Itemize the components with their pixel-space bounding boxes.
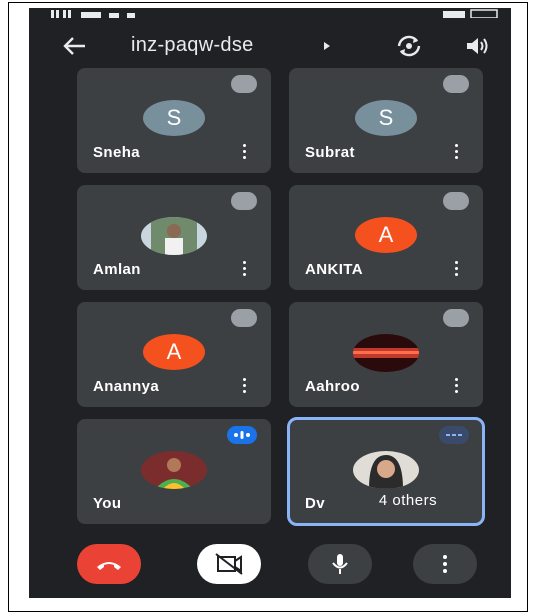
battery-icon	[443, 9, 498, 18]
switch-camera-icon[interactable]	[395, 33, 423, 59]
more-vert-icon[interactable]	[455, 261, 459, 279]
participant-name: Amlan	[93, 261, 141, 278]
top-bar: inz-paqw-dse	[29, 30, 511, 62]
participant-tile[interactable]: S Subrat	[289, 68, 483, 173]
avatar	[141, 451, 207, 489]
end-call-button[interactable]	[77, 544, 141, 584]
mic-toggle-button[interactable]	[308, 544, 372, 584]
back-arrow-icon[interactable]	[61, 34, 87, 58]
avatar	[353, 451, 419, 489]
participant-name: Dv	[305, 495, 325, 512]
camera-toggle-button[interactable]	[197, 544, 261, 584]
mic-off-icon	[443, 192, 469, 210]
avatar: S	[355, 100, 417, 136]
more-vert-icon[interactable]	[243, 261, 247, 279]
participant-tile-others[interactable]: Dv 4 others	[287, 417, 485, 526]
participant-tile[interactable]: Amlan	[77, 185, 271, 290]
mic-off-icon	[231, 192, 257, 210]
avatar	[353, 334, 419, 372]
camera-off-icon	[215, 553, 243, 575]
avatar: S	[143, 100, 205, 136]
speaker-icon[interactable]	[465, 36, 489, 56]
more-options-button[interactable]	[413, 544, 477, 584]
participant-name: Aahroo	[305, 378, 360, 395]
participant-name: You	[93, 495, 122, 512]
avatar: A	[143, 334, 205, 370]
participant-name: ANKITA	[305, 261, 363, 278]
meet-call-screen: inz-paqw-dse S Sneha S Subrat Amlan A AN…	[29, 8, 511, 598]
meeting-title[interactable]: inz-paqw-dse	[131, 34, 254, 57]
more-vert-icon[interactable]	[243, 378, 247, 396]
others-count-badge[interactable]: 4 others	[353, 488, 463, 514]
status-bar	[29, 8, 511, 20]
signal-icon	[51, 10, 135, 18]
participant-tile[interactable]: S Sneha	[77, 68, 271, 173]
more-vert-icon	[443, 555, 447, 573]
participant-tile[interactable]: A Anannya	[77, 302, 271, 407]
participant-tile[interactable]: A ANKITA	[289, 185, 483, 290]
mic-off-icon	[443, 75, 469, 93]
speaking-indicator-icon	[227, 426, 257, 444]
end-call-icon	[97, 562, 121, 570]
participant-name: Subrat	[305, 144, 355, 161]
more-vert-icon[interactable]	[455, 378, 459, 396]
mic-off-icon	[231, 75, 257, 93]
avatar: A	[355, 217, 417, 253]
more-vert-icon[interactable]	[455, 144, 459, 162]
participant-name: Anannya	[93, 378, 160, 395]
participant-name: Sneha	[93, 144, 141, 161]
mic-off-icon	[443, 309, 469, 327]
participant-tile-self[interactable]: You	[77, 419, 271, 524]
mic-off-icon	[231, 309, 257, 327]
mic-icon	[332, 554, 348, 574]
avatar	[141, 217, 207, 255]
chevron-right-icon[interactable]	[324, 42, 330, 50]
audio-indicator-icon	[439, 426, 469, 444]
more-vert-icon[interactable]	[243, 144, 247, 162]
participant-tile[interactable]: Aahroo	[289, 302, 483, 407]
